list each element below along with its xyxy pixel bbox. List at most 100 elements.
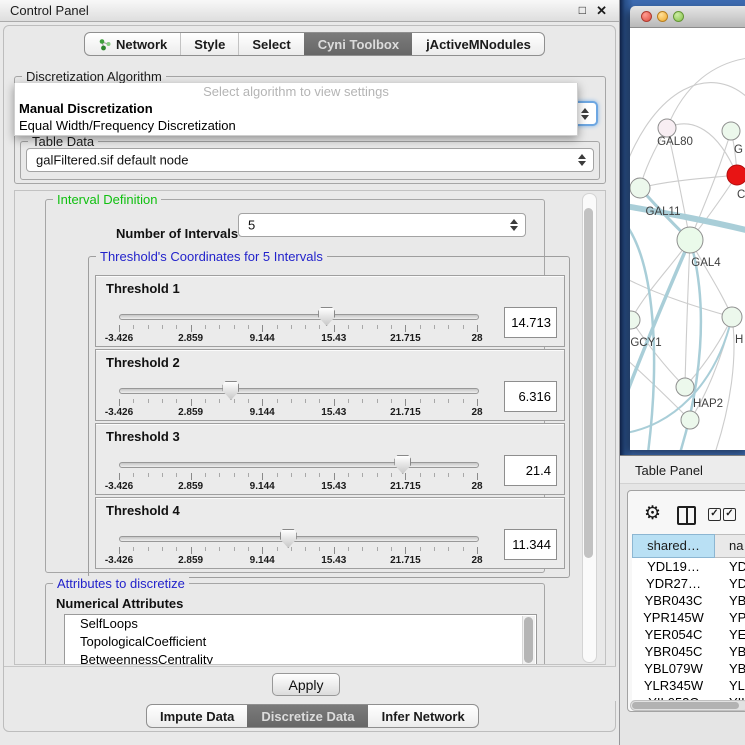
window-zoom-button[interactable] (673, 11, 684, 22)
table-row[interactable]: YPR145WYPR1 (632, 609, 745, 626)
slider-tick (176, 473, 177, 477)
checkbox-icon[interactable]: ✓ (708, 508, 721, 521)
slider-tick (305, 399, 306, 403)
tab-jactivemnodules[interactable]: jActiveMNodules (412, 33, 544, 55)
threshold-value-field[interactable]: 11.344 (504, 529, 557, 560)
checkbox-icon[interactable]: ✓ (723, 508, 736, 521)
slider-tick-label: -3.426 (94, 555, 144, 566)
slider-tick (119, 399, 120, 406)
column-layout-icon[interactable] (677, 506, 696, 525)
table-row[interactable]: YBR045CYBR0 (632, 643, 745, 660)
network-node-gal80[interactable] (658, 119, 676, 137)
slider-tick (191, 325, 192, 332)
slider-tick-label: -3.426 (94, 481, 144, 492)
window-close-button[interactable] (641, 11, 652, 22)
tab-cyni-toolbox[interactable]: Cyni Toolbox (304, 33, 412, 55)
slider-tick (334, 473, 335, 480)
list-scrollbar[interactable] (522, 616, 535, 664)
table-row[interactable]: YER054CYER0 (632, 626, 745, 643)
threshold-slider-thumb[interactable] (318, 307, 335, 326)
control-panel-titlebar: Control Panel □ ✕ (0, 0, 619, 22)
number-of-intervals-combobox[interactable]: 5 (238, 213, 526, 237)
slider-tick (234, 399, 235, 403)
table-row[interactable]: YLR345WYLR3 (632, 677, 745, 694)
gear-icon[interactable]: ⚙ (644, 502, 661, 525)
close-panel-icon[interactable]: ✕ (596, 3, 607, 18)
dropdown-option-manual-discretization[interactable]: Manual Discretization (15, 100, 577, 117)
threshold-4-panel: Threshold 4-3.4262.8599.14415.4321.71528… (95, 497, 565, 569)
table-panel-inner: ⚙ ✓ ✓ shared… na YDL19…YDL1YDR27…YDR2YBR… (627, 490, 745, 712)
table-data-combobox[interactable]: galFiltered.sif default node (26, 148, 594, 172)
slider-tick-label: 28 (452, 333, 502, 344)
network-canvas[interactable]: GAL80GCGAL11GAL4GCY1HHAP2 (630, 28, 745, 450)
threshold-slider-track[interactable] (119, 314, 479, 320)
attribute-list-item[interactable]: SelfLoops (65, 615, 536, 633)
table-scrollbar-thumb[interactable] (632, 702, 739, 709)
network-node-c[interactable] (727, 165, 745, 185)
table-row[interactable]: YDR27…YDR2 (632, 575, 745, 592)
slider-tick (205, 399, 206, 403)
slider-tick (176, 547, 177, 551)
apply-button[interactable]: Apply (272, 673, 340, 696)
tab-impute-data-label: Impute Data (160, 709, 234, 724)
slider-tick-label: 9.144 (237, 555, 287, 566)
slider-tick (248, 399, 249, 403)
slider-tick (119, 547, 120, 554)
network-node-gal11[interactable] (630, 178, 650, 198)
network-node-g[interactable] (722, 122, 740, 140)
cell-shared-name: YDL19… (632, 558, 715, 575)
network-node-gal4[interactable] (677, 227, 703, 253)
attribute-list-item[interactable]: TopologicalCoefficient (65, 633, 536, 651)
numerical-attributes-list: SelfLoopsTopologicalCoefficientBetweenne… (64, 614, 537, 665)
slider-tick (148, 399, 149, 403)
slider-tick (334, 547, 335, 554)
slider-tick (362, 473, 363, 477)
threshold-slider-track[interactable] (119, 388, 479, 394)
threshold-slider-thumb[interactable] (394, 455, 411, 474)
table-panel-title: Table Panel (635, 463, 703, 478)
tab-infer-network[interactable]: Infer Network (368, 705, 478, 727)
discretization-algorithm-group-title: Discretization Algorithm (22, 69, 166, 84)
slider-tick (262, 547, 263, 554)
table-row[interactable]: YDL19…YDL1 (632, 558, 745, 575)
dropdown-option-equal-width-frequency[interactable]: Equal Width/Frequency Discretization (15, 117, 577, 134)
network-node[interactable] (681, 411, 699, 429)
network-node-label: GAL11 (646, 206, 681, 218)
threshold-label: Threshold 3 (106, 429, 180, 444)
tab-style[interactable]: Style (180, 33, 238, 55)
slider-tick (133, 399, 134, 403)
threshold-slider-thumb[interactable] (222, 381, 239, 400)
tab-select[interactable]: Select (238, 33, 303, 55)
tab-discretize-data[interactable]: Discretize Data (247, 705, 367, 727)
slider-tick (248, 325, 249, 329)
threshold-slider-thumb[interactable] (280, 529, 297, 548)
tab-network[interactable]: Network (85, 33, 180, 55)
attribute-list-item[interactable]: BetweennessCentrality (65, 651, 536, 665)
threshold-slider-track[interactable] (119, 536, 479, 542)
settings-vertical-scrollbar[interactable] (582, 193, 597, 663)
table-row[interactable]: YBL079WYBL0 (632, 660, 745, 677)
settings-scrollbar-thumb[interactable] (584, 208, 593, 558)
table-row[interactable]: YBR043CYBR0 (632, 592, 745, 609)
float-window-icon[interactable]: □ (579, 3, 586, 18)
threshold-slider-track[interactable] (119, 462, 479, 468)
cell-shared-name: YBL079W (632, 660, 715, 677)
network-node-h[interactable] (722, 307, 742, 327)
network-window-titlebar[interactable] (630, 6, 745, 28)
slider-tick (262, 399, 263, 406)
table-horizontal-scrollbar[interactable] (630, 700, 745, 711)
column-header-name[interactable]: na (715, 534, 745, 558)
network-node-gcy1[interactable] (630, 311, 640, 329)
slider-tick (277, 399, 278, 403)
list-scrollbar-thumb[interactable] (524, 617, 533, 663)
network-node-hap2[interactable] (676, 378, 694, 396)
cell-name: YBR0 (715, 592, 745, 609)
threshold-value-field[interactable]: 14.713 (504, 307, 557, 338)
threshold-value-field[interactable]: 21.4 (504, 455, 557, 486)
threshold-value-field[interactable]: 6.316 (504, 381, 557, 412)
slider-tick-label: -3.426 (94, 407, 144, 418)
tab-impute-data[interactable]: Impute Data (147, 705, 247, 727)
column-header-shared[interactable]: shared… (632, 534, 715, 558)
slider-tick (248, 473, 249, 477)
window-minimize-button[interactable] (657, 11, 668, 22)
